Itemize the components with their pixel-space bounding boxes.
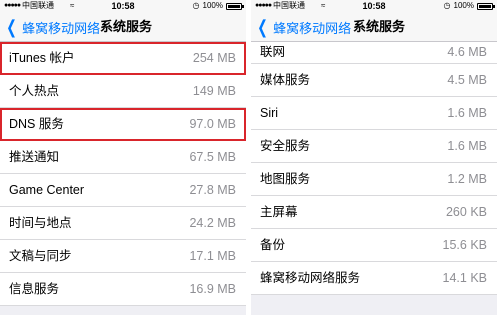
service-data-usage: 67.5 MB <box>189 150 236 164</box>
battery-icon <box>477 2 495 10</box>
service-name: 文稿与同步 <box>9 249 72 263</box>
service-data-usage: 16.9 MB <box>189 282 236 296</box>
battery-percent: 100% <box>453 1 474 10</box>
service-data-usage: 260 KB <box>445 205 487 219</box>
service-data-usage: 1.6 MB <box>447 139 487 153</box>
chevron-left-icon: ❮ <box>6 17 17 37</box>
service-row: 媒体服务 4.5 MB <box>251 64 497 97</box>
alarm-icon: ◷ <box>443 1 451 10</box>
service-row: 文稿与同步 17.1 MB <box>0 240 246 273</box>
service-name: 安全服务 <box>260 139 311 153</box>
service-name: 信息服务 <box>9 282 60 296</box>
service-data-usage: 14.1 KB <box>442 271 487 285</box>
navigation-bar: ❮ 蜂窝移动网络 系统服务 <box>0 12 246 42</box>
service-name: 媒体服务 <box>260 73 311 87</box>
back-button[interactable]: ❮ 蜂窝移动网络 <box>255 12 351 42</box>
service-name: Game Center <box>9 183 85 197</box>
service-data-usage: 1.6 MB <box>447 106 487 120</box>
service-row: 主屏幕 260 KB <box>251 196 497 229</box>
service-data-usage: 1.2 MB <box>447 172 487 186</box>
page-title: 系统服务 <box>353 19 406 34</box>
service-data-usage: 17.1 MB <box>189 249 236 263</box>
page-title: 系统服务 <box>100 19 153 34</box>
service-list: iTunes 帐户 254 MB 个人热点 149 MB DNS 服务 97.0 MB 推送… <box>0 42 246 306</box>
service-row: 个人热点 149 MB <box>0 75 246 108</box>
service-name: 联网 <box>260 45 286 59</box>
service-row: 信息服务 16.9 MB <box>0 273 246 306</box>
back-button[interactable]: ❮ 蜂窝移动网络 <box>4 12 100 42</box>
service-data-usage: 24.2 MB <box>189 216 236 230</box>
service-data-usage: 149 MB <box>192 84 236 98</box>
service-row: 地图服务 1.2 MB <box>251 163 497 196</box>
service-data-usage: 4.6 MB <box>447 45 487 59</box>
status-bar: ●●●●● 中国联通 ≈ 10:58 ◷ 100% <box>251 0 497 12</box>
service-data-usage: 254 MB <box>192 51 236 65</box>
service-name: DNS 服务 <box>9 117 64 131</box>
back-label: 蜂窝移动网络 <box>22 20 101 36</box>
service-row: 备份 15.6 KB <box>251 229 497 262</box>
service-name: Siri <box>260 106 279 120</box>
service-name: 主屏幕 <box>260 205 298 219</box>
service-name: 备份 <box>260 238 286 252</box>
service-row: DNS 服务 97.0 MB <box>0 108 246 141</box>
service-name: 地图服务 <box>260 172 311 186</box>
right-screen: ●●●●● 中国联通 ≈ 10:58 ◷ 100% ❮ 蜂窝移动网络 系统服务 … <box>251 0 497 315</box>
back-label: 蜂窝移动网络 <box>273 20 352 36</box>
service-list: 联网 4.6 MB 媒体服务 4.5 MB Siri 1.6 MB 安全服务 1.6 MB 地图… <box>251 42 497 295</box>
status-bar: ●●●●● 中国联通 ≈ 10:58 ◷ 100% <box>0 0 246 12</box>
service-row: iTunes 帐户 254 MB <box>0 42 246 75</box>
service-data-usage: 15.6 KB <box>442 238 487 252</box>
service-name: 蜂窝移动网络服务 <box>260 271 361 285</box>
service-row: 联网 4.6 MB <box>251 42 497 64</box>
service-data-usage: 4.5 MB <box>447 73 487 87</box>
service-name: iTunes 帐户 <box>9 51 75 65</box>
battery-percent: 100% <box>202 1 223 10</box>
alarm-icon: ◷ <box>192 1 200 10</box>
service-name: 推送通知 <box>9 150 60 164</box>
navigation-bar: ❮ 蜂窝移动网络 系统服务 <box>251 12 497 42</box>
chevron-left-icon: ❮ <box>257 17 268 37</box>
battery-icon <box>226 2 244 10</box>
service-name: 时间与地点 <box>9 216 72 230</box>
service-row: 推送通知 67.5 MB <box>0 141 246 174</box>
service-data-usage: 97.0 MB <box>189 117 236 131</box>
service-row: Game Center 27.8 MB <box>0 174 246 207</box>
service-data-usage: 27.8 MB <box>189 183 236 197</box>
service-row: 蜂窝移动网络服务 14.1 KB <box>251 262 497 295</box>
service-row: 安全服务 1.6 MB <box>251 130 497 163</box>
service-row: Siri 1.6 MB <box>251 97 497 130</box>
service-name: 个人热点 <box>9 84 60 98</box>
service-row: 时间与地点 24.2 MB <box>0 207 246 240</box>
left-screen: ●●●●● 中国联通 ≈ 10:58 ◷ 100% ❮ 蜂窝移动网络 系统服务 … <box>0 0 246 315</box>
